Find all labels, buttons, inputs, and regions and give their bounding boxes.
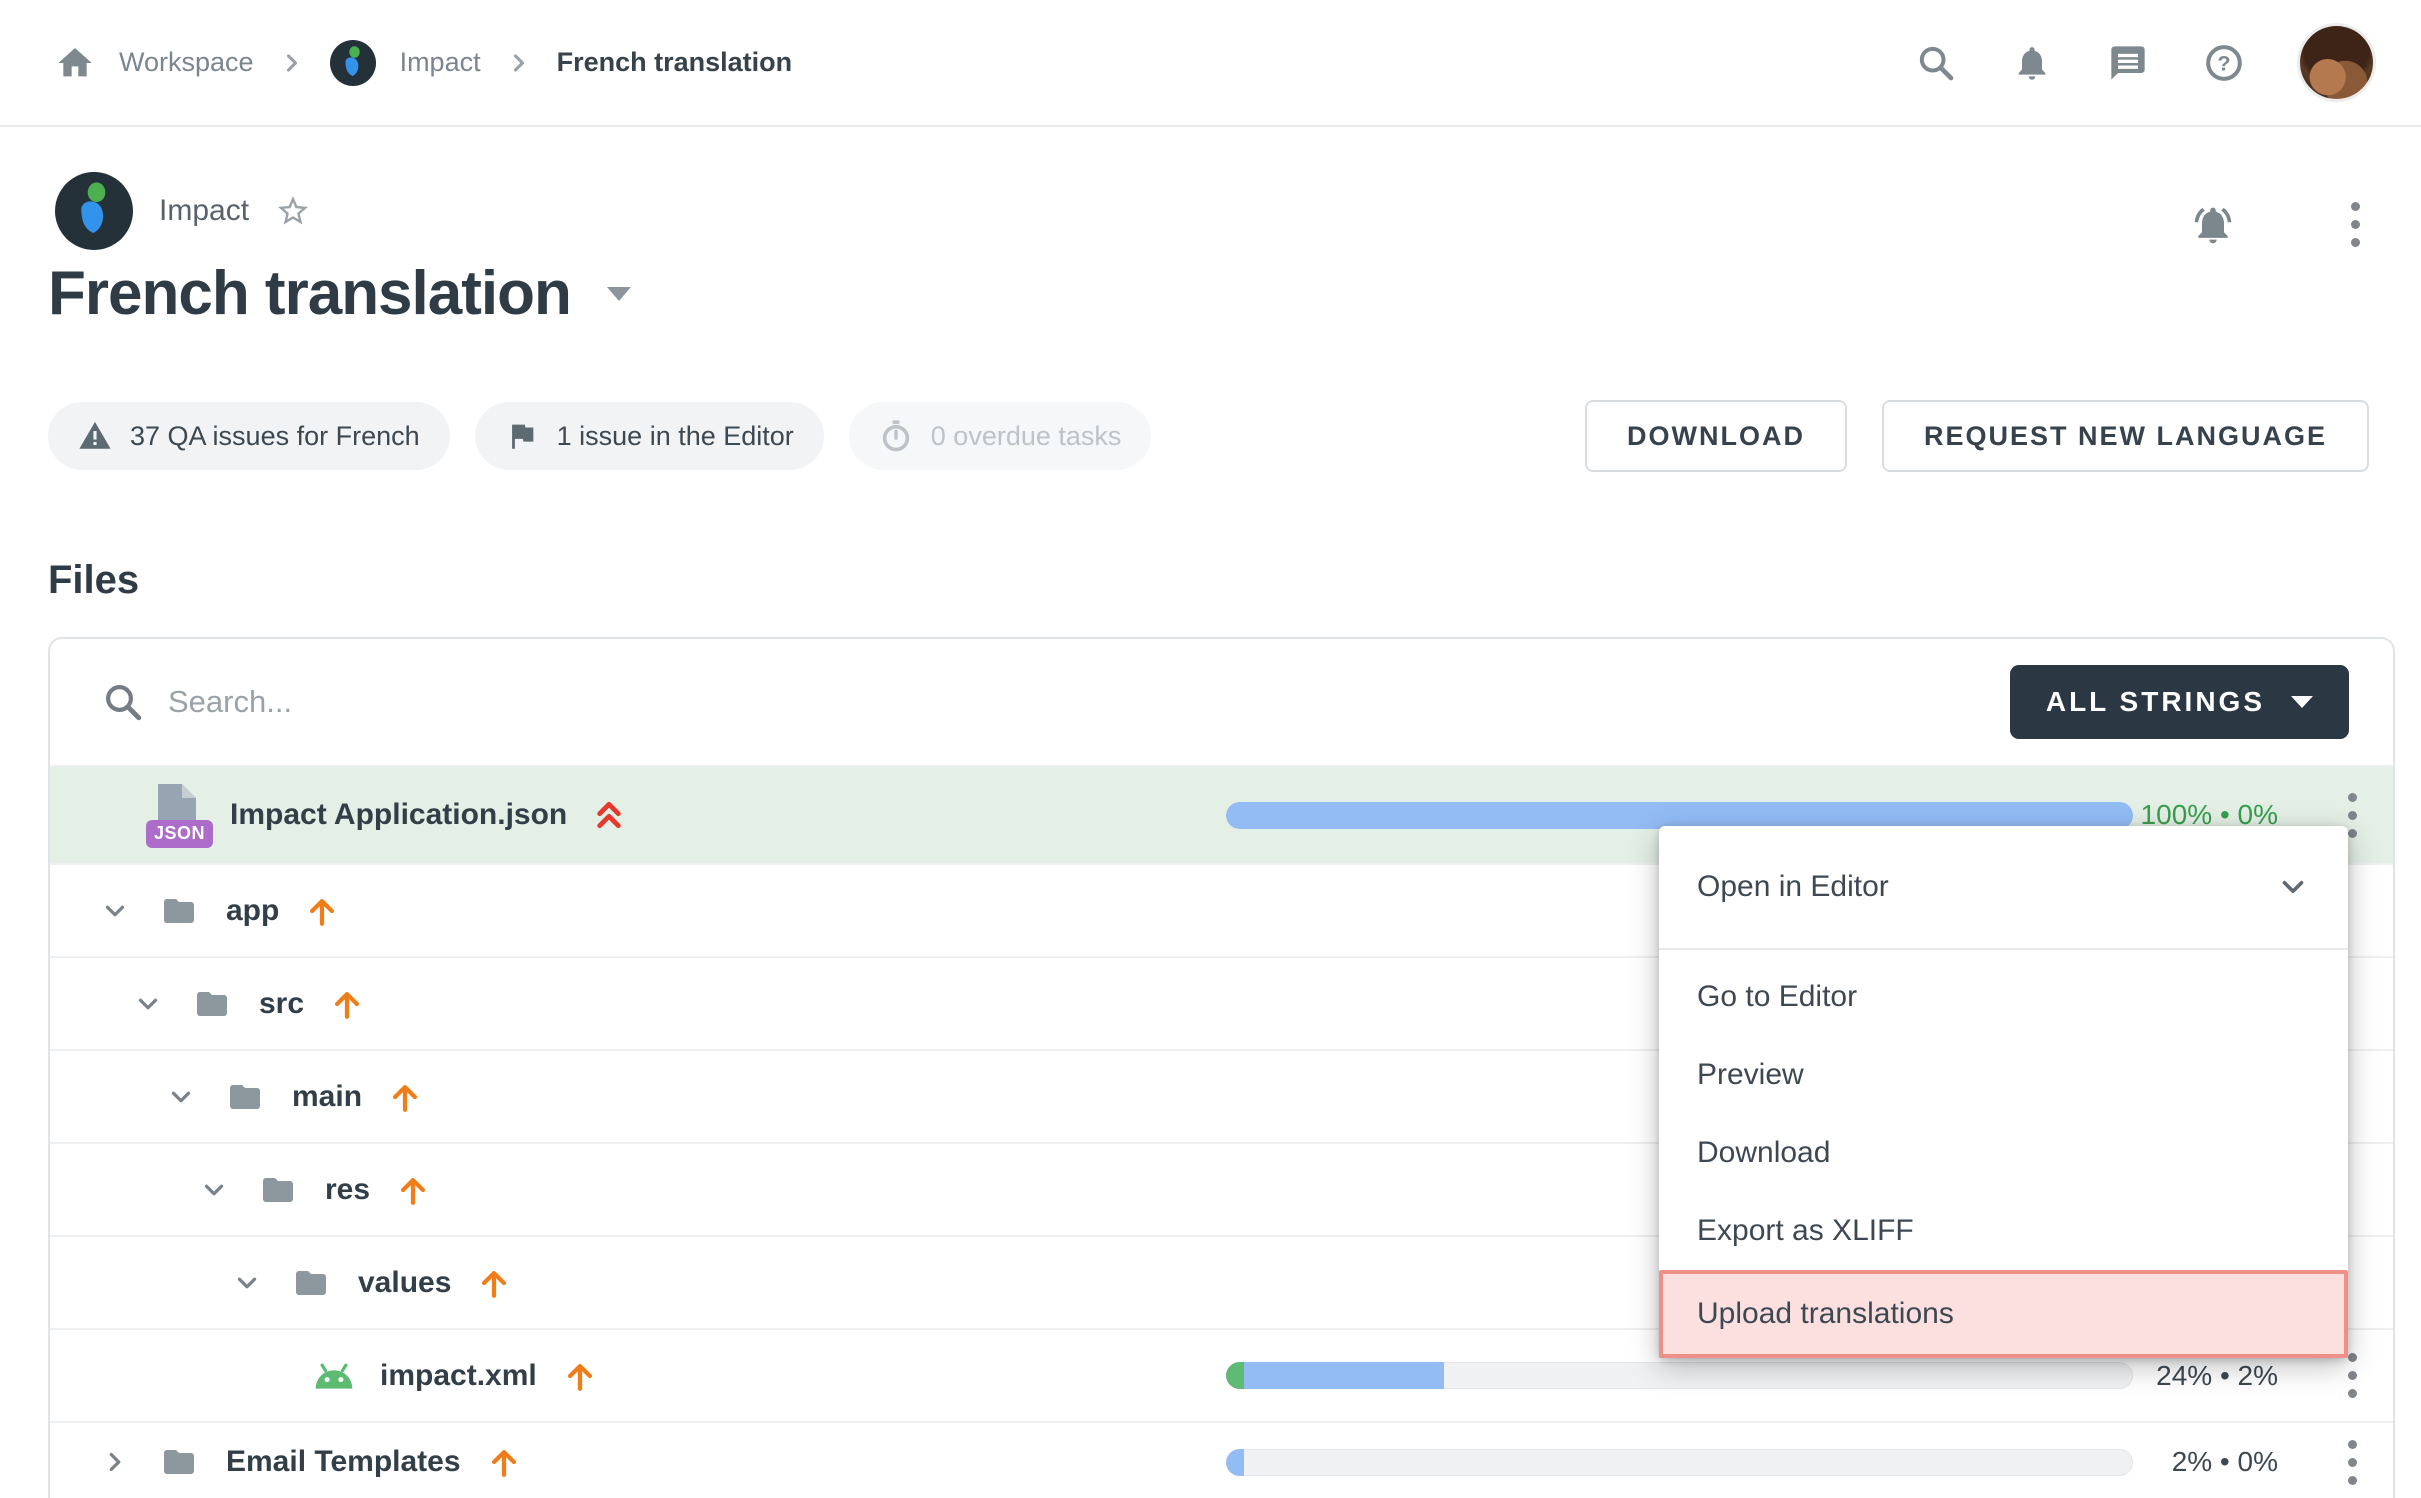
timer-icon [879, 419, 913, 453]
project-name[interactable]: Impact [159, 194, 249, 228]
breadcrumb-current: French translation [557, 47, 793, 78]
notifications-bell-icon[interactable] [2012, 43, 2052, 83]
search-icon[interactable] [1916, 43, 1956, 83]
breadcrumb-project[interactable]: Impact [400, 47, 481, 78]
chevron-down-icon [2276, 870, 2310, 904]
file-name: impact.xml [380, 1359, 537, 1393]
menu-item-export-xliff[interactable]: Export as XLIFF [1659, 1192, 2348, 1270]
folder-name: Email Templates [226, 1445, 461, 1479]
star-icon[interactable] [275, 193, 311, 229]
folder-name: values [358, 1266, 451, 1300]
folder-icon [290, 1265, 332, 1301]
home-icon[interactable] [55, 43, 95, 83]
chevron-right-icon [278, 49, 306, 77]
high-priority-icon [593, 797, 625, 833]
notifications-active-icon[interactable] [2191, 203, 2235, 247]
menu-item-go-to-editor[interactable]: Go to Editor [1659, 958, 2348, 1036]
chat-icon[interactable] [2108, 43, 2148, 83]
qa-issues-chip[interactable]: 37 QA issues for French [48, 402, 450, 470]
chevron-down-icon[interactable] [166, 1082, 196, 1112]
project-header: Impact [55, 172, 311, 250]
project-kebab-menu-icon[interactable] [2345, 196, 2366, 253]
progress-bar [1226, 802, 2133, 829]
menu-item-preview[interactable]: Preview [1659, 1036, 2348, 1114]
menu-item-upload-translations[interactable]: Upload translations [1659, 1270, 2348, 1358]
folder-icon [224, 1079, 266, 1115]
search-icon [102, 681, 144, 723]
upload-arrow-icon[interactable] [330, 987, 364, 1021]
folder-icon [257, 1172, 299, 1208]
upload-arrow-icon[interactable] [396, 1173, 430, 1207]
menu-item-download[interactable]: Download [1659, 1114, 2348, 1192]
folder-name: src [259, 987, 304, 1021]
chevron-down-icon [2291, 696, 2313, 708]
progress-bar [1226, 1449, 2133, 1476]
folder-icon [191, 986, 233, 1022]
menu-open-in-editor[interactable]: Open in Editor [1659, 826, 2348, 950]
files-search-row: ALL STRINGS [50, 639, 2393, 765]
overdue-tasks-label: 0 overdue tasks [931, 421, 1122, 452]
menu-items: Go to Editor Preview Download Export as … [1659, 950, 2348, 1358]
overdue-tasks-chip: 0 overdue tasks [849, 402, 1152, 470]
chevron-right-icon[interactable] [100, 1447, 130, 1477]
files-heading: Files [48, 558, 139, 603]
upload-arrow-icon[interactable] [487, 1445, 521, 1479]
folder-icon [158, 893, 200, 929]
project-header-actions [2191, 196, 2366, 253]
qa-issues-label: 37 QA issues for French [130, 421, 420, 452]
upload-arrow-icon[interactable] [305, 894, 339, 928]
page-title-row: French translation [48, 258, 631, 329]
project-logo [55, 172, 133, 250]
progress-bar [1226, 1362, 2133, 1389]
file-name: Impact Application.json [230, 798, 567, 832]
folder-icon [158, 1444, 200, 1480]
editor-issues-chip[interactable]: 1 issue in the Editor [475, 402, 824, 470]
row-kebab-menu-icon[interactable] [2342, 1434, 2363, 1491]
chevron-right-icon [505, 49, 533, 77]
folder-name: res [325, 1173, 370, 1207]
chevron-down-icon[interactable] [100, 896, 130, 926]
progress-stats: 2% • 0% [2048, 1446, 2278, 1478]
help-icon[interactable] [2204, 43, 2244, 83]
file-context-menu: Open in Editor Go to Editor Preview Down… [1659, 826, 2348, 1358]
json-file-icon: JSON [146, 782, 208, 848]
page: Workspace Impact French translation Impa… [0, 0, 2421, 1498]
breadcrumb: Workspace Impact French translation [55, 40, 792, 86]
warning-icon [78, 419, 112, 453]
chevron-down-icon[interactable] [607, 287, 631, 301]
upload-arrow-icon[interactable] [563, 1359, 597, 1393]
upload-arrow-icon[interactable] [477, 1266, 511, 1300]
folder-name: main [292, 1080, 362, 1114]
status-chips: 37 QA issues for French 1 issue in the E… [48, 402, 1151, 470]
breadcrumb-workspace[interactable]: Workspace [119, 47, 254, 78]
upload-arrow-icon[interactable] [388, 1080, 422, 1114]
chevron-down-icon[interactable] [199, 1175, 229, 1205]
folder-row-email-templates[interactable]: Email Templates 2% • 0% [50, 1421, 2393, 1498]
flag-icon [505, 419, 539, 453]
android-icon [312, 1360, 356, 1392]
chevron-down-icon[interactable] [133, 989, 163, 1019]
all-strings-filter-button[interactable]: ALL STRINGS [2010, 665, 2349, 739]
download-button[interactable]: DOWNLOAD [1585, 400, 1847, 472]
chevron-down-icon[interactable] [232, 1268, 262, 1298]
topbar-actions [1916, 26, 2373, 99]
project-logo [330, 40, 376, 86]
json-badge: JSON [146, 820, 213, 848]
search-input[interactable] [168, 684, 2010, 720]
header-buttons: DOWNLOAD REQUEST NEW LANGUAGE [1585, 400, 2369, 472]
editor-issues-label: 1 issue in the Editor [557, 421, 794, 452]
page-title: French translation [48, 258, 571, 329]
progress-stats: 24% • 2% [2048, 1360, 2278, 1392]
folder-name: app [226, 894, 279, 928]
request-new-language-button[interactable]: REQUEST NEW LANGUAGE [1882, 400, 2369, 472]
top-bar: Workspace Impact French translation [0, 0, 2421, 127]
avatar[interactable] [2300, 26, 2373, 99]
